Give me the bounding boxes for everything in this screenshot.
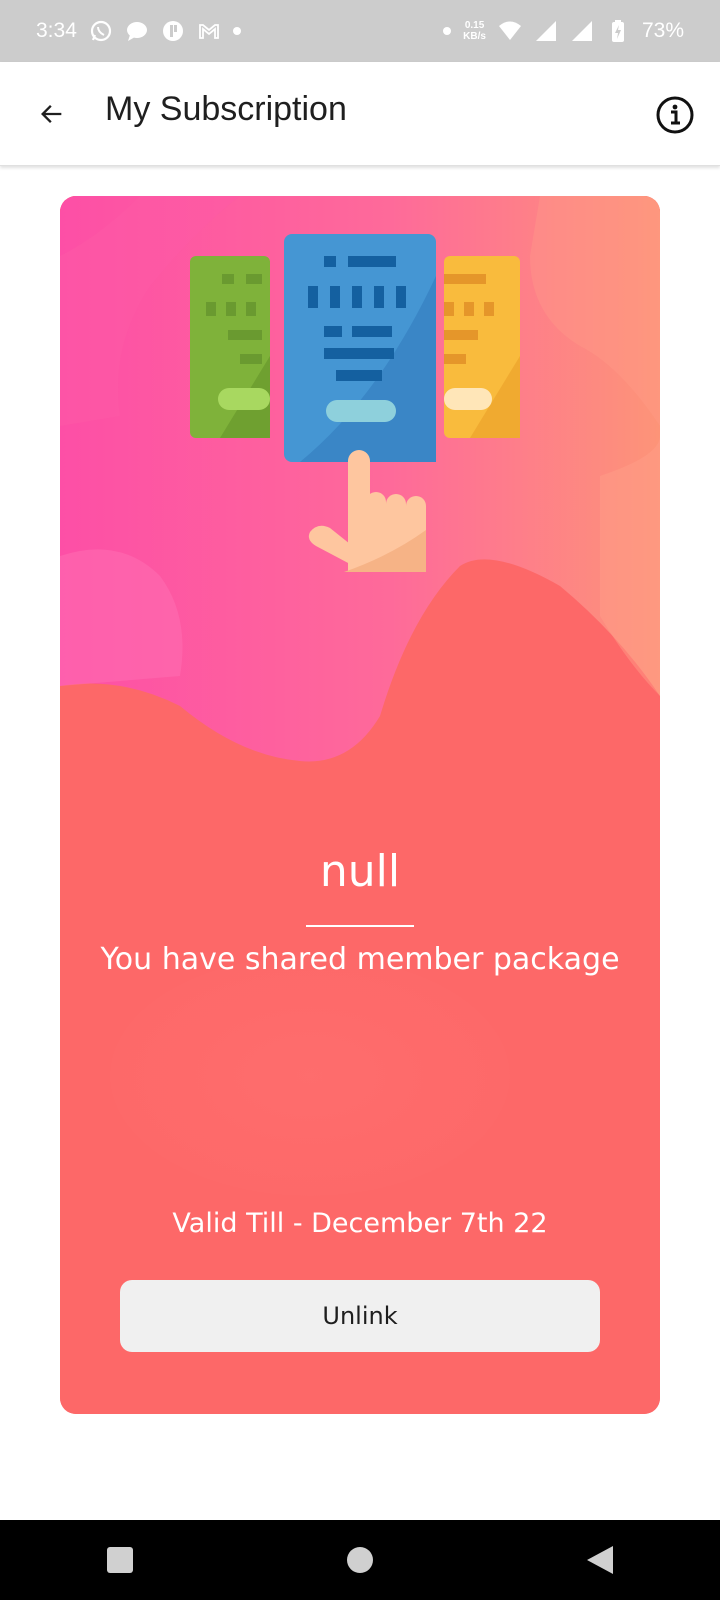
battery-percent: 73% [641, 19, 684, 42]
arrow-left-icon [41, 105, 62, 123]
recents-square-icon [107, 1547, 133, 1573]
app-icon [162, 21, 183, 41]
home-button[interactable] [330, 1530, 390, 1590]
pointing-hand-icon [308, 450, 426, 572]
info-icon [656, 96, 694, 134]
status-time: 3:34 [36, 19, 77, 42]
unlink-button[interactable]: Unlink [120, 1280, 600, 1352]
signal-icon [535, 21, 556, 41]
net-speed-unit: KB/s [463, 31, 486, 42]
status-left: 3:34 [36, 19, 241, 43]
battery-charging-icon [611, 20, 624, 42]
plan-name-underline [306, 925, 414, 927]
whatsapp-icon [90, 20, 111, 42]
page-title: My Subscription [105, 90, 347, 128]
notification-dot-icon [232, 27, 241, 35]
signal-icon-2 [571, 21, 592, 41]
status-right: 0.15 KB/s 73% [443, 19, 684, 43]
net-speed: 0.15 KB/s [463, 20, 486, 42]
valid-till-text: Valid Till - December 7th 22 [172, 1208, 548, 1239]
recents-button[interactable] [90, 1530, 150, 1590]
back-nav-button[interactable] [570, 1530, 630, 1590]
yellow-plan-card-icon [444, 256, 520, 438]
message-icon [126, 22, 147, 41]
plan-name: null [319, 846, 401, 897]
system-nav-bar [0, 1520, 720, 1600]
back-triangle-icon [587, 1546, 613, 1574]
net-speed-value: 0.15 [464, 20, 485, 31]
app-bar: My Subscription [0, 62, 720, 166]
back-button[interactable] [32, 94, 72, 134]
green-plan-card-icon [190, 256, 270, 438]
gmail-icon [198, 24, 219, 39]
home-circle-icon [347, 1547, 373, 1573]
wifi-icon [498, 21, 521, 40]
plan-message: You have shared member package [100, 942, 620, 977]
status-bar: 3:34 0.15 KB/s 73% [0, 0, 720, 62]
subscription-illustration [190, 234, 520, 572]
dot-icon [443, 27, 452, 35]
info-button[interactable] [654, 94, 696, 136]
blue-plan-card-icon [284, 234, 436, 462]
subscription-card: null You have shared member package Vali… [60, 196, 660, 1414]
